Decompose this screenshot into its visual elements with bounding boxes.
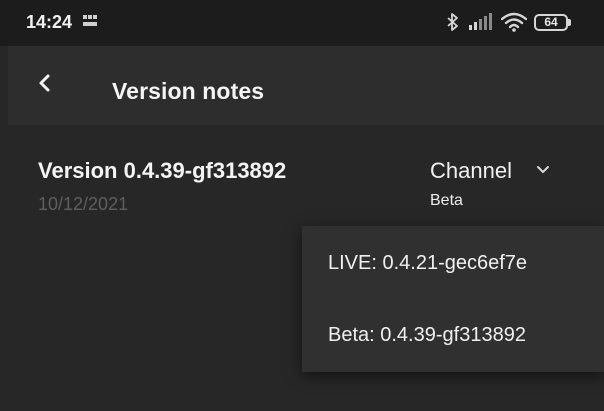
chevron-down-icon [537,166,549,173]
signal-icon [469,13,492,30]
bluetooth-icon [447,13,458,31]
battery-level-text: 64 [544,15,558,29]
battery-icon: 64 [534,14,568,31]
app-screen: 14:24 64 Version notes Version 0.4.39-gf… [0,0,604,411]
app-bar: Version notes [8,46,604,125]
version-title: Version 0.4.39-gf313892 [38,158,287,183]
channel-option-beta[interactable]: Beta: 0.4.39-gf313892 [302,310,604,362]
version-date: 10/12/2021 [38,194,129,214]
page-title: Version notes [112,78,265,104]
back-arrow-icon [39,74,50,92]
bbc-news-icon [83,15,97,26]
channel-selected-value: Beta [430,192,463,209]
battery-tip [568,19,571,26]
channel-option-live[interactable]: LIVE: 0.4.21-gec6ef7e [302,238,604,290]
channel-selector[interactable]: Channel Beta [428,154,558,214]
status-bar: 14:24 64 [0,0,604,46]
channel-option-label: Beta: 0.4.39-gf313892 [328,324,526,346]
channel-option-label: LIVE: 0.4.21-gec6ef7e [328,252,528,274]
channel-label: Channel [430,158,512,183]
channel-dropdown-menu: LIVE: 0.4.21-gec6ef7e Beta: 0.4.39-gf313… [302,226,604,372]
wifi-icon [501,12,527,32]
back-button[interactable] [30,66,62,102]
status-time: 14:24 [26,12,73,32]
